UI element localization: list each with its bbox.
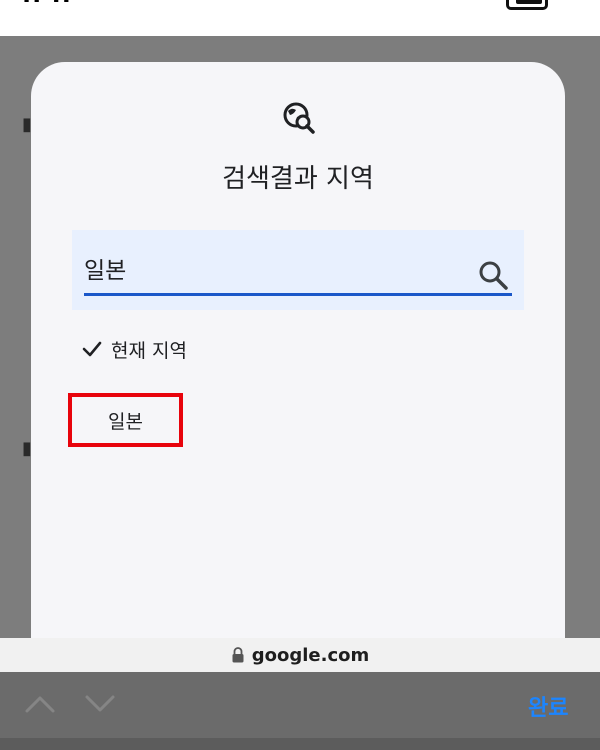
search-icon[interactable]: [476, 258, 510, 292]
lock-icon: [232, 647, 244, 663]
region-result-japan[interactable]: 일본: [68, 393, 183, 447]
region-search-input[interactable]: [84, 248, 464, 288]
chevron-up-icon[interactable]: [24, 692, 56, 716]
current-region-option[interactable]: 현재 지역: [81, 334, 187, 364]
checkmark-icon: [82, 341, 102, 357]
region-search-field[interactable]: [72, 230, 524, 310]
current-region-label: 현재 지역: [111, 339, 187, 362]
url-text: google.com: [251, 644, 370, 666]
bottom-strip: [0, 738, 600, 750]
search-underline: [84, 293, 512, 296]
battery-icon: [506, 0, 548, 10]
bottom-toolbar: 완료: [0, 672, 600, 738]
status-time: ·· ··: [22, 0, 72, 14]
globe-search-icon: [283, 102, 315, 134]
chevron-down-icon[interactable]: [84, 692, 116, 716]
region-result-label: 일본: [108, 410, 143, 433]
region-dialog: 검색결과 지역 현재 지역 일본: [31, 62, 565, 662]
dialog-title: 검색결과 지역: [222, 164, 374, 194]
address-bar[interactable]: google.com: [0, 638, 600, 672]
status-bar: ·· ··: [0, 0, 600, 36]
done-button[interactable]: 완료: [528, 690, 568, 722]
